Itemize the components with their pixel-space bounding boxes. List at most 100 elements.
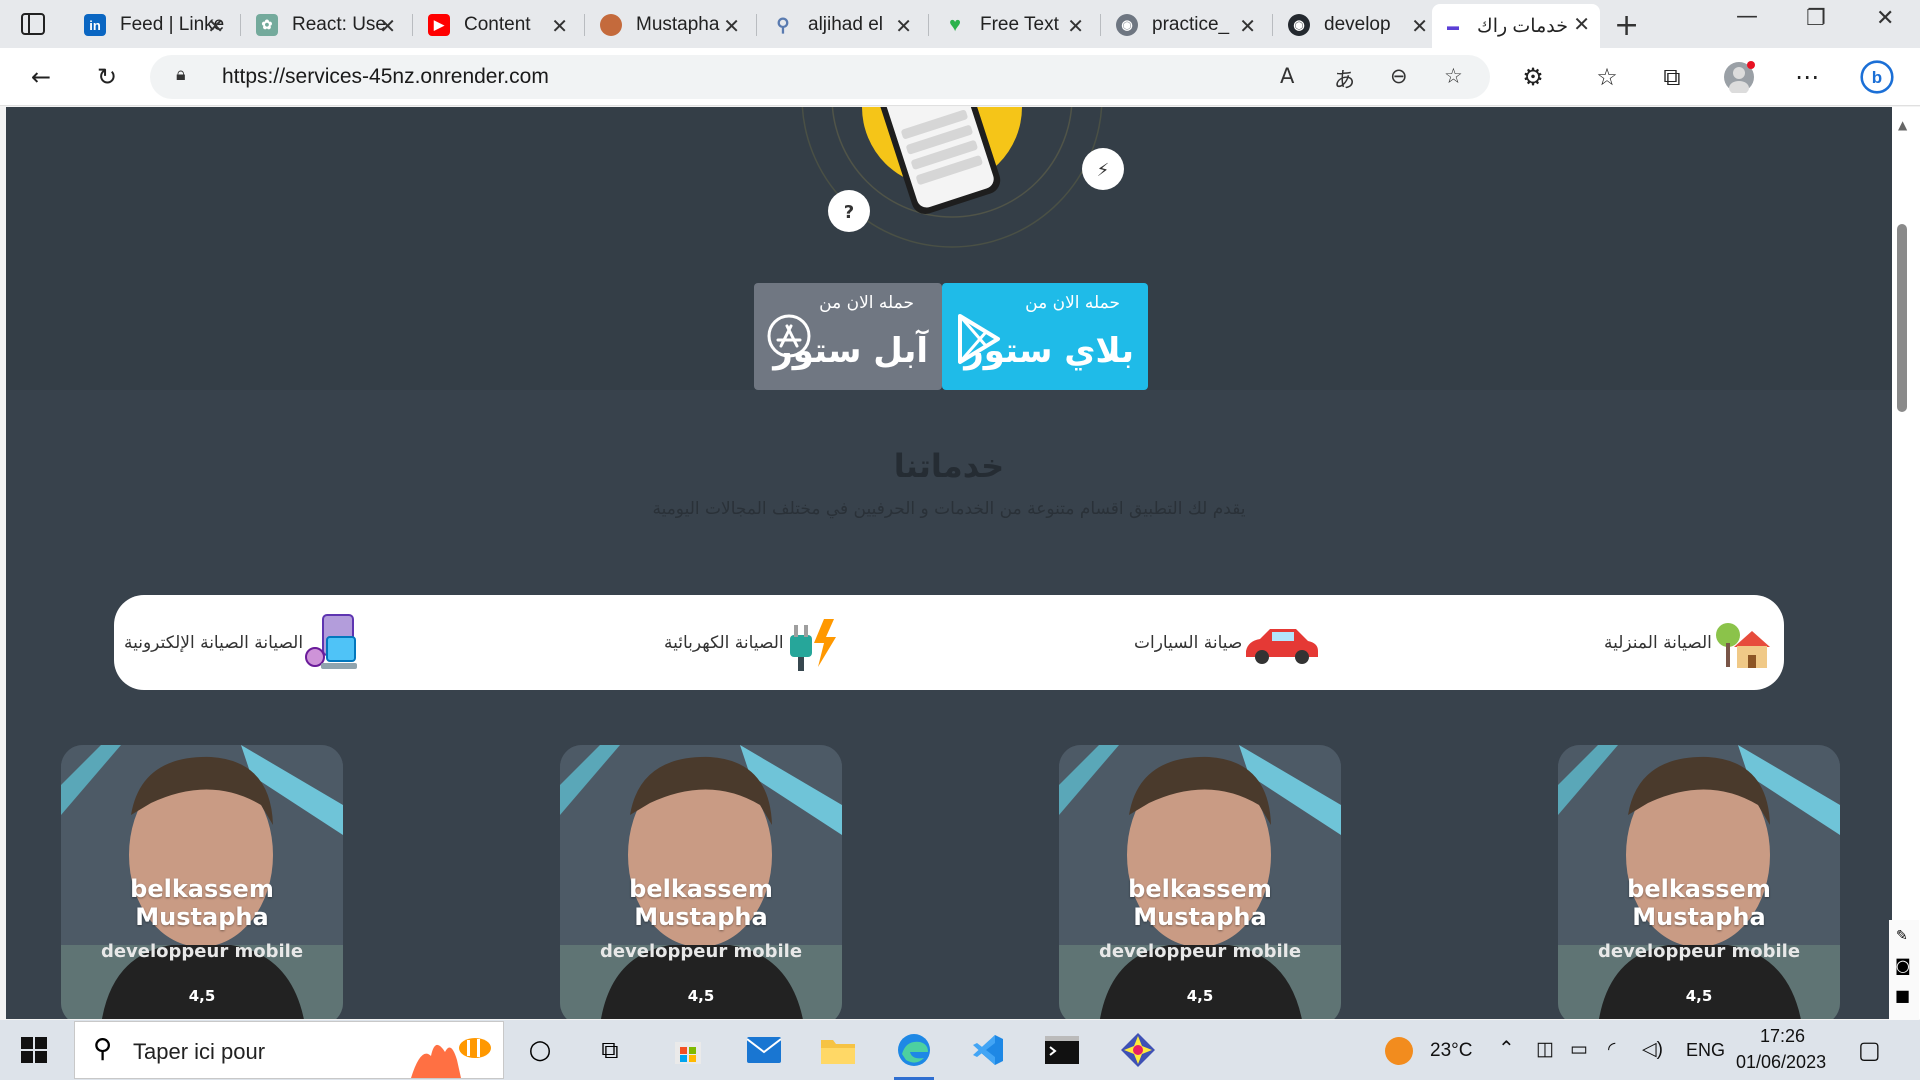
tab-services-active[interactable]: ▬ خدمات راك ✕ xyxy=(1432,4,1600,48)
windows-taskbar: ⚲ Taper ici pour ○ ⧉ 23°C ⌃ ◫ ▭ ◜ ◁) ENG… xyxy=(0,1020,1920,1080)
close-icon[interactable]: ✕ xyxy=(723,14,740,39)
url-text[interactable]: https://services-45nz.onrender.com xyxy=(222,65,549,89)
scroll-up-arrow-icon[interactable]: ▲ xyxy=(1898,118,1907,132)
weather-sun-icon[interactable] xyxy=(1384,1036,1414,1066)
zoom-out-icon[interactable]: ⊖ xyxy=(1390,64,1408,88)
car-icon xyxy=(1246,629,1319,664)
provider-name: belkassem Mustapha xyxy=(1627,875,1771,931)
close-icon[interactable]: ✕ xyxy=(207,14,224,39)
vscode-icon[interactable] xyxy=(964,1028,1012,1072)
linkedin-icon: in xyxy=(84,14,106,36)
close-icon[interactable]: ✕ xyxy=(1573,12,1590,37)
address-bar[interactable]: 🔒︎ https://services-45nz.onrender.com A … xyxy=(150,55,1490,99)
provider-card[interactable]: belkassem Mustapha developpeur mobile 4,… xyxy=(560,745,842,1019)
provider-rating: 4,5 xyxy=(188,987,216,1005)
read-aloud-icon[interactable]: A xyxy=(1280,64,1294,88)
cortana-icon[interactable]: ○ xyxy=(516,1028,564,1072)
google-play-download-button[interactable]: حمله الان من بلاي ستور xyxy=(942,283,1148,390)
volume-icon[interactable]: ◁) xyxy=(1642,1038,1663,1061)
screenshot-tool-icon[interactable]: ✎ xyxy=(1896,928,1908,944)
close-icon[interactable]: ✕ xyxy=(1239,14,1256,39)
task-view-icon[interactable]: ⧉ xyxy=(586,1028,634,1072)
provider-rating: 4,5 xyxy=(1685,987,1713,1005)
more-menu-icon[interactable]: ⋯ xyxy=(1790,60,1824,94)
heartbeat-icon: ♥ xyxy=(949,13,961,36)
tab-chatgpt[interactable]: ✿ React: Use ✕ xyxy=(246,6,406,44)
favorites-icon[interactable]: ☆ xyxy=(1590,60,1624,94)
edge-browser-icon[interactable] xyxy=(890,1028,938,1080)
google-play-icon xyxy=(958,314,1000,364)
tab-actions-icon[interactable] xyxy=(20,12,48,36)
provider-rating: 4,5 xyxy=(1186,987,1214,1005)
microsoft-store-icon[interactable] xyxy=(664,1028,712,1072)
close-icon[interactable]: ✕ xyxy=(1067,14,1084,39)
tab-free-text[interactable]: ♥ Free Text ✕ xyxy=(934,6,1094,44)
taskbar-search-box[interactable]: ⚲ Taper ici pour xyxy=(74,1021,504,1079)
taskbar-search-placeholder: Taper ici pour xyxy=(133,1039,266,1064)
app-icon[interactable] xyxy=(1114,1028,1162,1072)
close-window-icon[interactable]: ✕ xyxy=(1876,6,1894,31)
lock-icon[interactable]: 🔒︎ xyxy=(176,64,186,85)
svg-text:?: ? xyxy=(844,202,854,223)
mail-icon[interactable] xyxy=(740,1028,788,1072)
tab-linkedin[interactable]: in Feed | LinkedIn ✕ xyxy=(74,6,234,44)
close-icon[interactable]: ✕ xyxy=(895,14,912,39)
clock-date[interactable]: 01/06/2023 xyxy=(1736,1052,1826,1073)
meet-now-icon[interactable]: ◫ xyxy=(1536,1038,1554,1061)
extensions-icon[interactable]: ⚙ xyxy=(1516,60,1550,94)
close-icon[interactable]: ✕ xyxy=(379,14,396,39)
restore-icon[interactable]: ❐ xyxy=(1806,6,1826,31)
browser-tab-strip: in Feed | LinkedIn ✕ ✿ React: Use ✕ ▶ Co… xyxy=(0,0,1920,48)
tab-github-develop[interactable]: ◉ develop ✕ xyxy=(1278,6,1438,44)
terminal-icon[interactable] xyxy=(1038,1028,1086,1072)
back-arrow-icon[interactable]: ← xyxy=(24,60,58,94)
temperature-text[interactable]: 23°C xyxy=(1430,1040,1472,1062)
refresh-icon[interactable]: ↻ xyxy=(90,60,124,94)
bing-copilot-icon[interactable]: b xyxy=(1860,60,1894,94)
category-car-maintenance[interactable]: صيانة السيارات xyxy=(1134,613,1322,673)
add-favorite-icon[interactable]: ☆ xyxy=(1444,64,1463,88)
show-hidden-icons-chevron-icon[interactable]: ⌃ xyxy=(1498,1036,1515,1061)
provider-role: developpeur mobile xyxy=(100,941,304,962)
profile-avatar[interactable] xyxy=(1722,60,1756,94)
collections-icon[interactable]: ⧉ xyxy=(1655,60,1689,94)
close-icon[interactable]: ✕ xyxy=(1411,14,1428,39)
provider-card[interactable]: belkassem Mustapha developpeur mobile 4,… xyxy=(1558,745,1840,1019)
avatar-icon xyxy=(600,14,622,36)
battery-icon[interactable]: ▭ xyxy=(1570,1038,1588,1061)
github-icon: ◉ xyxy=(1116,14,1138,36)
tab-github-practice[interactable]: ◉ practice_ ✕ xyxy=(1106,6,1266,44)
tab-mustapha[interactable]: Mustapha ✕ xyxy=(590,6,750,44)
clock-time[interactable]: 17:26 xyxy=(1760,1026,1805,1047)
file-explorer-icon[interactable] xyxy=(814,1028,862,1072)
windows-start-icon[interactable] xyxy=(20,1036,48,1064)
search-icon: ⚲ xyxy=(93,1034,113,1064)
translate-icon[interactable]: あ xyxy=(1334,64,1355,94)
provider-card[interactable]: belkassem Mustapha developpeur mobile 4,… xyxy=(61,745,343,1019)
tab-youtube[interactable]: ▶ Content ✕ xyxy=(418,6,578,44)
app-phone-illustration: ⚡ ? xyxy=(801,107,1124,248)
video-icon[interactable]: ■ xyxy=(1895,986,1910,1005)
camera-icon[interactable]: ◙ xyxy=(1895,956,1911,975)
category-home-maintenance[interactable]: الصيانة المنزلية xyxy=(1604,613,1772,673)
app-store-download-button[interactable]: حمله الان من آبل ستور xyxy=(754,283,942,390)
close-icon[interactable]: ✕ xyxy=(551,14,568,39)
minimize-icon[interactable]: — xyxy=(1736,4,1758,29)
category-electronics-maintenance[interactable]: الصيانة الصيانة الإلكترونية xyxy=(124,613,363,673)
scrollbar-thumb[interactable] xyxy=(1897,224,1907,412)
provider-rating: 4,5 xyxy=(687,987,715,1005)
svg-text:⚡: ⚡ xyxy=(1097,160,1110,181)
category-label: الصيانة الكهربائية xyxy=(664,633,784,653)
wifi-icon[interactable]: ◜ xyxy=(1608,1038,1615,1061)
hero-section: ⚡ ? حمله الان من بلاي ستور حمله الان من … xyxy=(6,107,1892,390)
language-indicator[interactable]: ENG xyxy=(1686,1040,1725,1061)
category-electrical-maintenance[interactable]: الصيانة الكهربائية xyxy=(664,613,844,673)
youtube-icon: ▶ xyxy=(428,14,450,36)
provider-card[interactable]: belkassem Mustapha developpeur mobile 4,… xyxy=(1059,745,1341,1019)
tab-label: خدمات راك xyxy=(1478,15,1568,37)
page-viewport: ⚡ ? حمله الان من بلاي ستور حمله الان من … xyxy=(6,107,1892,1019)
new-tab-button[interactable]: + xyxy=(1614,8,1639,43)
tab-search[interactable]: ⚲ aljihad el ✕ xyxy=(762,6,922,44)
svg-text:b: b xyxy=(1872,68,1882,87)
notifications-icon[interactable]: ▢ xyxy=(1858,1036,1881,1065)
